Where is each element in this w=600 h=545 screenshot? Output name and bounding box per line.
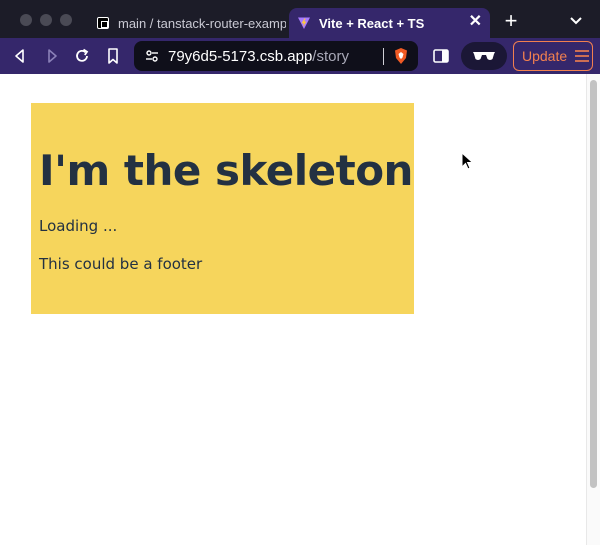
- menu-icon: [575, 50, 590, 62]
- reload-icon[interactable]: [72, 46, 92, 66]
- page-viewport: I'm the skeleton Loading ... This could …: [0, 74, 586, 545]
- tab-label: Vite + React + TS: [319, 15, 425, 31]
- site-settings-icon[interactable]: [144, 48, 160, 64]
- brave-shields-icon[interactable]: [392, 47, 410, 65]
- close-window-button[interactable]: [20, 14, 32, 26]
- tab-strip: main / tanstack-router-example Vite + Re…: [0, 0, 600, 42]
- forward-icon[interactable]: [42, 46, 62, 66]
- maximize-window-button[interactable]: [60, 14, 72, 26]
- url-path: /story: [312, 47, 349, 65]
- minimize-window-button[interactable]: [40, 14, 52, 26]
- close-tab-icon[interactable]: ✕: [469, 14, 482, 30]
- tab-vite-react[interactable]: Vite + React + TS ✕: [289, 8, 490, 38]
- address-divider: [383, 48, 384, 65]
- url-host: 79y6d5-5173.csb.app: [168, 47, 313, 65]
- vite-icon: [297, 16, 311, 30]
- tab-list-chevron-icon[interactable]: [568, 12, 584, 28]
- skeleton-title: I'm the skeleton: [39, 146, 413, 195]
- skeleton-card: I'm the skeleton Loading ... This could …: [31, 103, 414, 314]
- new-tab-button[interactable]: +: [500, 10, 522, 32]
- footer-text: This could be a footer: [39, 255, 203, 273]
- sidebar-icon[interactable]: [431, 46, 451, 66]
- tab-label: main / tanstack-router-example: [118, 15, 286, 31]
- back-icon[interactable]: [10, 46, 30, 66]
- private-window-button[interactable]: [461, 42, 507, 70]
- address-bar[interactable]: 79y6d5-5173.csb.app/story: [134, 41, 418, 71]
- browser-toolbar: 79y6d5-5173.csb.app/story Update: [0, 38, 600, 74]
- loading-text: Loading ...: [39, 217, 118, 235]
- mouse-pointer-icon: [461, 152, 474, 170]
- bookmark-icon[interactable]: [103, 46, 123, 66]
- update-button[interactable]: Update: [513, 41, 593, 71]
- update-label: Update: [522, 48, 568, 64]
- codesandbox-icon: [96, 16, 110, 30]
- scrollbar-thumb[interactable]: [590, 80, 597, 488]
- tab-codesandbox[interactable]: main / tanstack-router-example: [86, 8, 286, 38]
- sunglasses-icon: [473, 52, 495, 60]
